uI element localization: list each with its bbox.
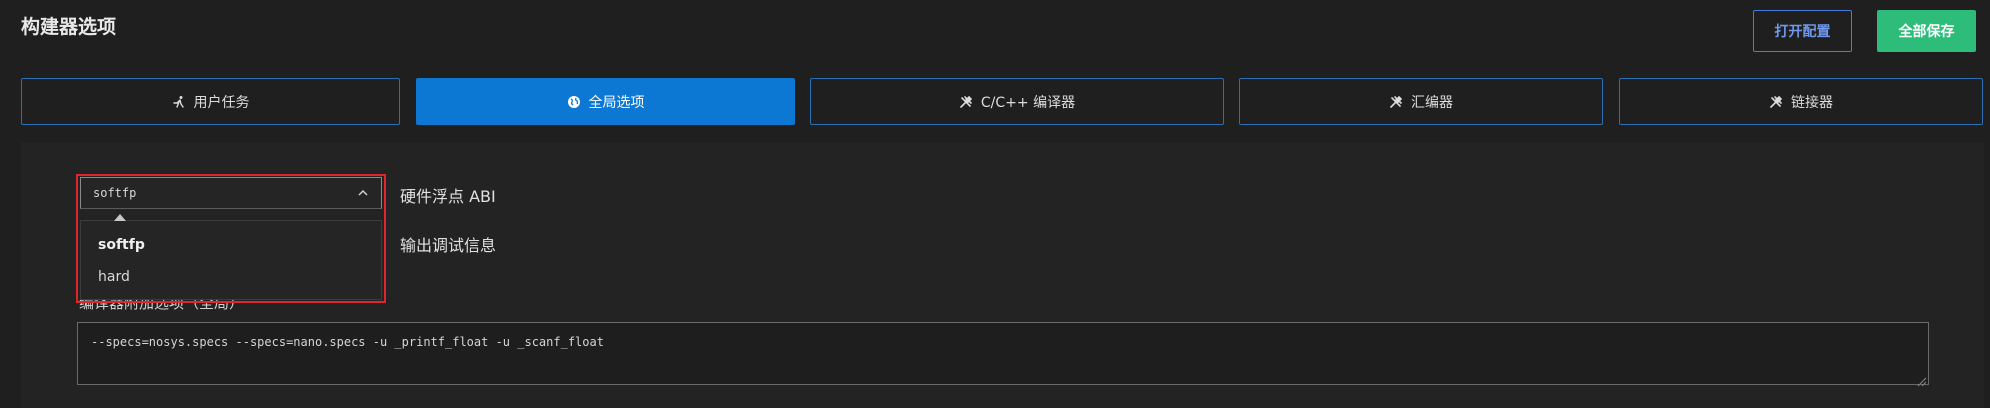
run-icon	[172, 95, 186, 109]
chevron-up-icon	[357, 187, 369, 199]
dropdown-option-softfp[interactable]: softfp	[98, 237, 145, 253]
dropdown-arrow	[114, 214, 126, 221]
tab-label: 全局选项	[588, 94, 645, 111]
tab-user-tasks[interactable]: 用户任务	[21, 78, 400, 125]
open-config-button[interactable]: 打开配置	[1753, 10, 1852, 52]
tab-linker[interactable]: 链接器	[1619, 78, 1983, 125]
globe-icon	[567, 95, 581, 109]
compiler-extra-input[interactable]: --specs=nosys.specs --specs=nano.specs -…	[77, 322, 1929, 385]
tools-icon	[959, 95, 973, 109]
float-abi-value: softfp	[93, 186, 137, 200]
resize-grip-icon[interactable]	[1915, 372, 1927, 387]
dropdown-option-hard[interactable]: hard	[98, 269, 130, 285]
save-all-button[interactable]: 全部保存	[1877, 10, 1976, 52]
tools-icon	[1769, 95, 1783, 109]
tab-label: 链接器	[1791, 94, 1833, 111]
tab-assembler[interactable]: 汇编器	[1239, 78, 1603, 125]
debug-info-label: 输出调试信息	[400, 236, 497, 255]
tab-label: 用户任务	[193, 94, 250, 111]
float-abi-select[interactable]: softfp	[80, 177, 382, 209]
tab-cpp-compiler[interactable]: C/C++ 编译器	[810, 78, 1224, 125]
float-abi-dropdown: softfp hard	[80, 214, 382, 300]
tools-icon	[1389, 95, 1403, 109]
page-title: 构建器选项	[21, 16, 117, 38]
tab-label: C/C++ 编译器	[980, 94, 1076, 111]
tab-global-options[interactable]: 全局选项	[416, 78, 795, 125]
tab-label: 汇编器	[1411, 94, 1453, 111]
float-abi-label: 硬件浮点 ABI	[400, 187, 496, 206]
